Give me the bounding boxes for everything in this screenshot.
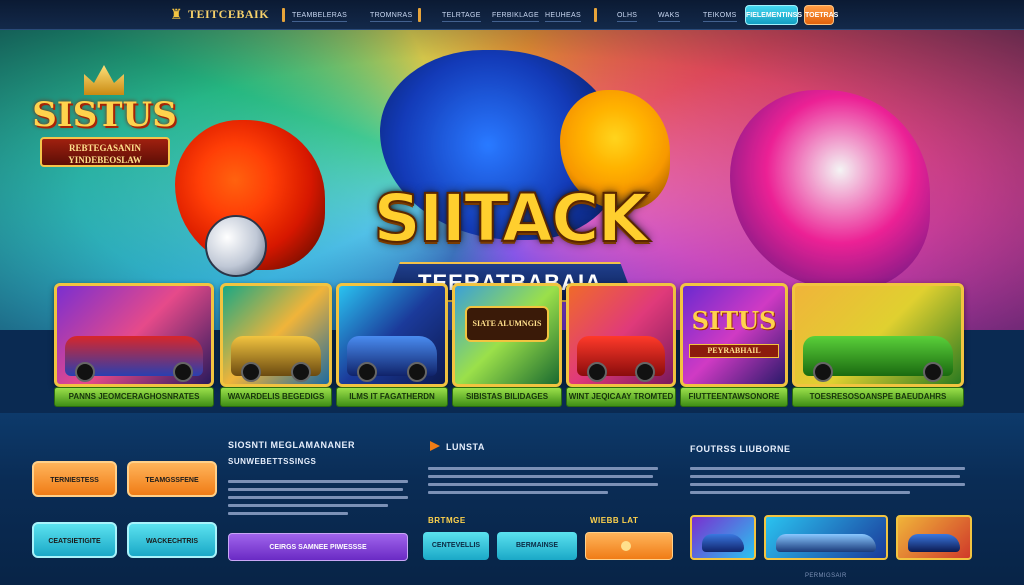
flag-icon bbox=[621, 541, 631, 552]
text-line bbox=[690, 483, 965, 486]
register-button[interactable]: TOETRAS bbox=[804, 5, 838, 25]
game-card[interactable] bbox=[336, 283, 448, 387]
section1-heading: SIOSNTI MEGLAMANANER bbox=[228, 440, 355, 450]
game-card-label[interactable]: ILMS IT FAGATHERDN bbox=[336, 387, 448, 407]
section2-heading: LUNSTA bbox=[446, 442, 485, 452]
game-cards-strip: PANNS JEOMCERAGHOSNRATES WAVARDELIS BEGE… bbox=[50, 283, 966, 413]
green-car-icon bbox=[803, 336, 953, 382]
game-logo-text: SITUS bbox=[691, 306, 777, 335]
game-thumbnail[interactable] bbox=[764, 515, 888, 560]
logo-ribbon-line1: REBTEGASANIN bbox=[68, 143, 142, 153]
text-line bbox=[428, 467, 658, 470]
login-button[interactable]: FIELEMENTINSS bbox=[745, 5, 802, 25]
game-card[interactable]: SIATE ALUMNGIS bbox=[452, 283, 562, 387]
section3-label: WIEBB LAT bbox=[590, 516, 639, 525]
text-line bbox=[690, 491, 910, 494]
section1-subheading: SUNWEBETTSSINGS bbox=[228, 457, 317, 466]
game-card[interactable] bbox=[792, 283, 964, 387]
text-line bbox=[690, 467, 965, 470]
nav-separator bbox=[418, 8, 421, 22]
nav-link-6[interactable]: OLHS bbox=[617, 10, 638, 22]
game-card-label[interactable]: WAVARDELIS BEGEDIGS bbox=[220, 387, 332, 407]
nav-link-3[interactable]: TELRTAGE bbox=[442, 10, 481, 22]
soccer-ball-icon bbox=[205, 215, 267, 277]
game-card-label[interactable]: PANNS JEOMCERAGHOSNRATES bbox=[54, 387, 214, 407]
hero-title: SIITACK bbox=[372, 179, 649, 258]
section1-button[interactable]: CEIRGS SAMNEE PIWESSSE bbox=[228, 533, 408, 561]
nav-link-4[interactable]: FERBIKLAGE bbox=[492, 10, 539, 22]
text-line bbox=[228, 488, 403, 491]
game-thumbnail[interactable] bbox=[896, 515, 972, 560]
game-card[interactable] bbox=[220, 283, 332, 387]
nav-separator bbox=[594, 8, 597, 22]
nav-link-7[interactable]: WAKS bbox=[658, 10, 680, 22]
blue-car-icon bbox=[347, 336, 437, 382]
promo-button-2[interactable]: TEAMGSSFENE bbox=[127, 461, 217, 497]
nav-link-2[interactable]: TROMNRAS bbox=[370, 10, 413, 22]
text-line bbox=[428, 491, 608, 494]
brand-logo[interactable]: ♜ TEITCEBAIK bbox=[170, 6, 269, 22]
text-line bbox=[228, 496, 408, 499]
racing-car-icon bbox=[65, 336, 203, 382]
game-logo-subtext: PEYRABHAIL bbox=[689, 344, 779, 358]
section2-button-1[interactable]: CENTEVELLIS bbox=[423, 532, 489, 560]
nav-link-5[interactable]: HEUHEAS bbox=[545, 10, 581, 22]
section4-heading: FOUTRSS LIUBORNE bbox=[690, 444, 791, 454]
car-icon bbox=[776, 534, 876, 552]
site-logo-badge[interactable]: SISTUS REBTEGASANIN YINDEBEOSLAW bbox=[22, 65, 187, 175]
promo-button-3[interactable]: CEATSIETIGITE bbox=[32, 522, 117, 558]
nav-separator bbox=[282, 8, 285, 22]
footer-text: PERMIGSAIR bbox=[805, 573, 847, 579]
red-sportscar-icon bbox=[577, 336, 665, 382]
top-navbar: ♜ TEITCEBAIK TEAMBELERAS TROMNRAS TELRTA… bbox=[0, 0, 1024, 30]
logo-ribbon: REBTEGASANIN YINDEBEOSLAW bbox=[40, 137, 170, 167]
text-line bbox=[690, 475, 960, 478]
crown-icon bbox=[84, 65, 124, 95]
game-card-label[interactable]: FIUTTEENTAWSONORE bbox=[680, 387, 788, 407]
game-card[interactable] bbox=[566, 283, 676, 387]
car-icon bbox=[908, 534, 960, 552]
nav-link-1[interactable]: TEAMBELERAS bbox=[292, 10, 348, 22]
promo-button-4[interactable]: WACKECHTRIS bbox=[127, 522, 217, 558]
trophy-icon: ♜ bbox=[170, 6, 183, 22]
text-line bbox=[428, 483, 658, 486]
text-line bbox=[228, 512, 348, 515]
logo-main-text: SISTUS bbox=[32, 95, 177, 135]
nav-link-8[interactable]: TEIKOMS bbox=[703, 10, 737, 22]
game-card[interactable]: SITUS PEYRABHAIL bbox=[680, 283, 788, 387]
section2-button-2[interactable]: BERMAINSE bbox=[497, 532, 577, 560]
logo-ribbon-line2: YINDEBEOSLAW bbox=[68, 155, 142, 165]
promo-button-1[interactable]: TERNIESTESS bbox=[32, 461, 117, 497]
text-line bbox=[428, 475, 653, 478]
car-icon bbox=[702, 534, 744, 552]
game-card-label[interactable]: WINT JEQICAAY TROMTED bbox=[566, 387, 676, 407]
section3-button[interactable] bbox=[585, 532, 673, 560]
text-line bbox=[228, 504, 388, 507]
text-line bbox=[228, 480, 408, 483]
white-wolf-character bbox=[730, 90, 930, 290]
game-card[interactable] bbox=[54, 283, 214, 387]
brand-name: TEITCEBAIK bbox=[188, 6, 270, 21]
game-card-label[interactable]: SIBISTAS BILIDAGES bbox=[452, 387, 562, 407]
game-thumbnail[interactable] bbox=[690, 515, 756, 560]
sports-car-icon bbox=[231, 336, 321, 382]
game-card-label[interactable]: TOESRESOSOANSPE BAEUDAHRS bbox=[792, 387, 964, 407]
section2-label: BRTMGE bbox=[428, 516, 466, 525]
game-sign: SIATE ALUMNGIS bbox=[465, 306, 549, 342]
